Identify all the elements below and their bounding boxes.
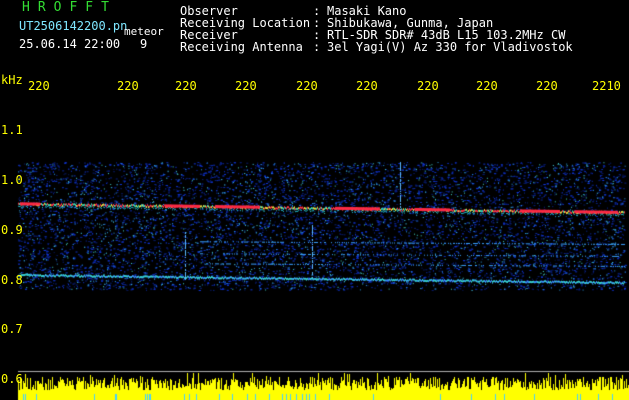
app-title: HROFFT [22,0,117,15]
datetime: 25.06.14 22:00 [19,37,121,51]
x-tick-label: 220 [117,79,139,93]
x-tick-label: 220 [476,79,498,93]
y-axis-unit: kHz [1,73,23,87]
waterfall-plot [0,100,629,400]
hrofft-window: HROFFT UT2506142200.pn meteor 25.06.14 2… [0,0,629,400]
x-tick-label: 220 [235,79,257,93]
frame-number: 9 [140,37,148,51]
y-tick-label: 0.6 [1,372,23,386]
y-tick-label: 0.7 [1,322,23,336]
x-tick-label: 220 [28,79,50,93]
x-tick-label: 220 [175,79,197,93]
x-tick-label: 220 [417,79,439,93]
antenna-sep: : [313,40,321,54]
waterfall-spectrogram [0,100,629,400]
antenna-label: Receiving Antenna [180,40,303,54]
y-tick-label: 0.9 [1,223,23,237]
x-tick-label: 220 [536,79,558,93]
x-tick-label: 220 [296,79,318,93]
file-name: UT2506142200.pn [19,19,128,33]
y-tick-label: 1.0 [1,173,23,187]
y-tick-label: 0.8 [1,273,23,287]
x-tick-label: 220 [356,79,378,93]
antenna-value: 3el Yagi(V) Az 330 for Vladivostok [327,40,573,54]
y-tick-label: 1.1 [1,123,23,137]
x-tick-label: 2210 [592,79,621,93]
